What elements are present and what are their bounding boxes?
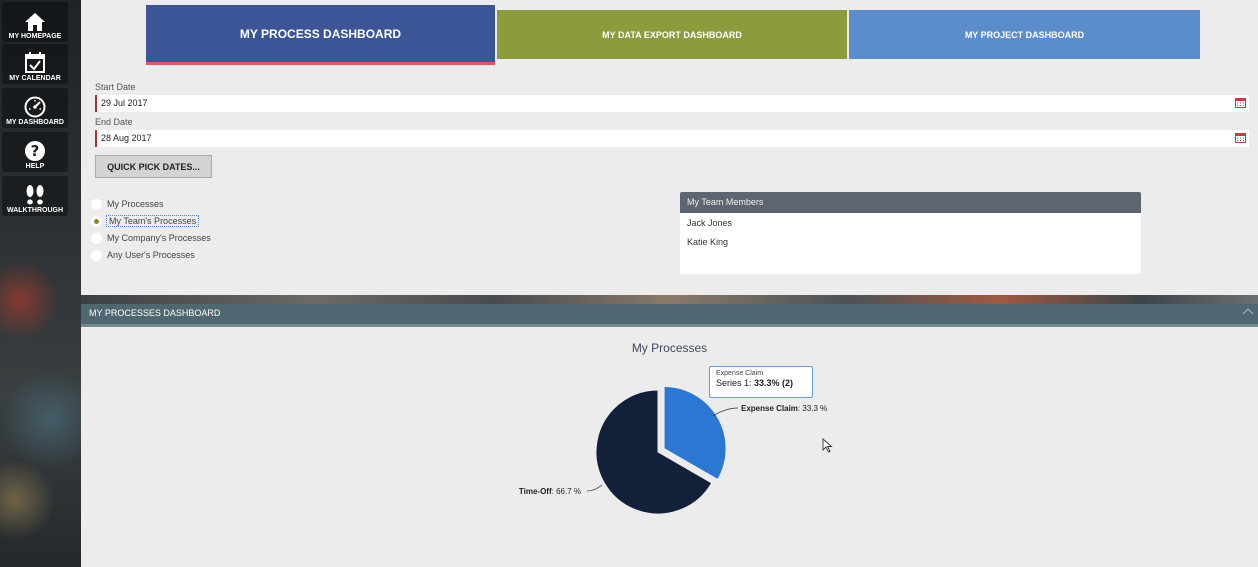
start-date-field[interactable]: 29 Jul 2017 xyxy=(95,95,1249,112)
end-date-value: 28 Aug 2017 xyxy=(101,133,152,143)
footprints-icon xyxy=(26,185,44,205)
pie-data-label: Expense Claim: 33.3 % xyxy=(741,404,827,413)
radio-my-processes[interactable]: My Processes xyxy=(91,197,164,211)
radio-label: My Company's Processes xyxy=(107,233,211,243)
tab-my-process-dashboard[interactable]: MY PROCESS DASHBOARD xyxy=(146,5,495,65)
help-icon: ? xyxy=(25,141,45,161)
pie-label-connector xyxy=(712,407,739,417)
start-date-label: Start Date xyxy=(95,82,136,92)
calendar-picker-icon[interactable] xyxy=(1235,98,1246,108)
tab-my-data-export-dashboard[interactable]: MY DATA EXPORT DASHBOARD xyxy=(497,10,847,59)
svg-text:?: ? xyxy=(31,142,40,160)
pie-chart: Expense Claim: 33.3 % Time-Off: 66.7 % xyxy=(519,385,827,515)
nav-my-dashboard[interactable]: MY DASHBOARD xyxy=(2,88,68,128)
tooltip-series: Series 1: xyxy=(716,378,755,388)
start-date-value: 29 Jul 2017 xyxy=(101,98,148,108)
radio-label: Any User's Processes xyxy=(107,250,195,260)
team-member-item[interactable]: Jack Jones xyxy=(680,214,1141,233)
pie-data-label: Time-Off: 66.7 % xyxy=(519,487,581,496)
radio-label: My Processes xyxy=(107,199,164,209)
nav-label: HELP xyxy=(25,163,45,170)
nav-label: MY HOMEPAGE xyxy=(8,33,62,40)
calendar-icon xyxy=(25,52,45,73)
team-members-panel: My Team Members Jack Jones Katie King xyxy=(680,192,1141,274)
radio-selected-icon[interactable] xyxy=(91,215,102,227)
mouse-cursor-icon xyxy=(822,438,833,453)
tooltip-category: Expense Claim xyxy=(716,370,764,377)
chart-tooltip: Expense Claim Series 1: 33.3% (2) xyxy=(709,366,813,398)
nav-label: MY CALENDAR xyxy=(9,75,61,82)
nav-help[interactable]: ? HELP xyxy=(2,132,68,172)
team-members-title: My Team Members xyxy=(680,192,1141,213)
quick-pick-dates-button[interactable]: QUICK PICK DATES... xyxy=(95,155,212,178)
sidebar: MY HOMEPAGE MY CALENDAR MY DASHBOARD ? H… xyxy=(0,0,81,567)
dashboard-gauge-icon xyxy=(24,96,46,118)
nav-label: MY DASHBOARD xyxy=(6,119,64,126)
background-strip xyxy=(81,295,1258,304)
tab-my-project-dashboard[interactable]: MY PROJECT DASHBOARD xyxy=(849,10,1200,59)
nav-my-homepage[interactable]: MY HOMEPAGE xyxy=(2,2,68,42)
home-icon xyxy=(25,13,45,31)
end-date-label: End Date xyxy=(95,117,133,127)
radio-icon[interactable] xyxy=(91,198,102,210)
radio-my-teams-processes[interactable]: My Team's Processes xyxy=(91,214,200,228)
tooltip-number: 33.3% (2) xyxy=(754,378,794,388)
radio-any-users-processes[interactable]: Any User's Processes xyxy=(91,248,195,262)
nav-my-calendar[interactable]: MY CALENDAR xyxy=(2,44,68,84)
radio-icon[interactable] xyxy=(91,249,102,261)
radio-my-companys-processes[interactable]: My Company's Processes xyxy=(91,231,211,245)
team-member-item[interactable]: Katie King xyxy=(680,233,1141,252)
tooltip-value: Series 1: 33.3% (2) xyxy=(716,378,806,388)
radio-label: My Team's Processes xyxy=(105,215,200,227)
nav-walkthrough[interactable]: WALKTHROUGH xyxy=(2,176,68,216)
radio-icon[interactable] xyxy=(91,232,102,244)
calendar-picker-icon[interactable] xyxy=(1235,133,1246,143)
nav-label: WALKTHROUGH xyxy=(7,207,63,214)
pie-label-connector xyxy=(586,484,603,492)
end-date-field[interactable]: 28 Aug 2017 xyxy=(95,130,1249,147)
